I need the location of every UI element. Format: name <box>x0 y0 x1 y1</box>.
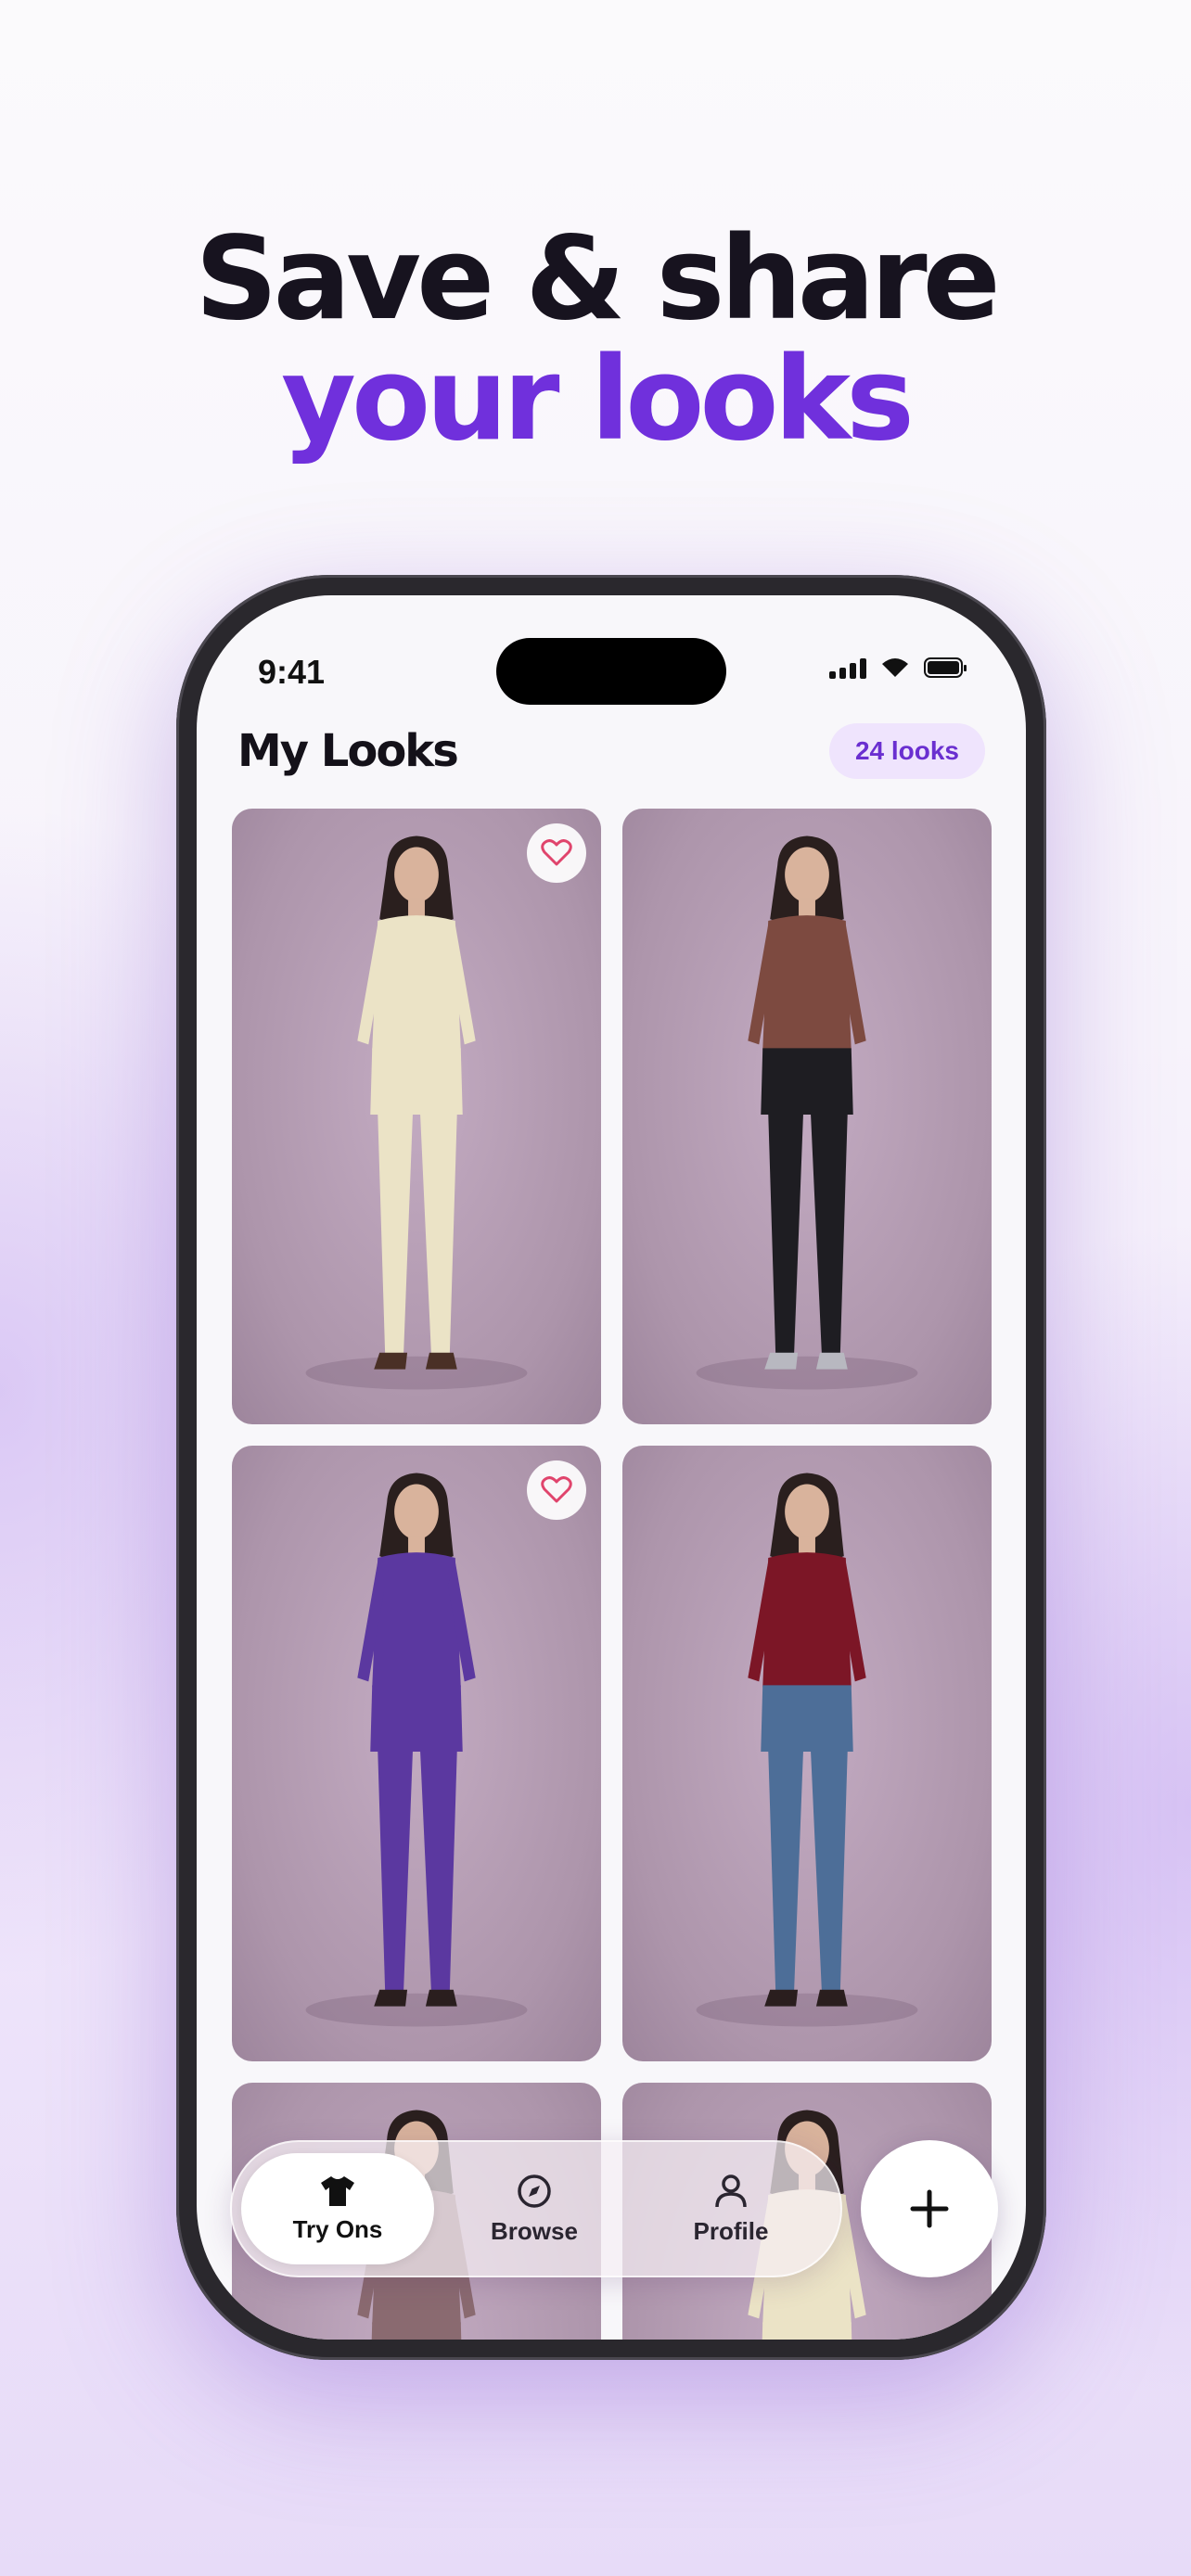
tshirt-icon <box>321 2175 354 2206</box>
tab-label: Try Ons <box>292 2214 383 2243</box>
status-time: 9:41 <box>258 653 326 691</box>
cellular-signal-icon <box>829 657 866 679</box>
look-card[interactable] <box>622 809 992 1424</box>
battery-icon <box>924 657 967 678</box>
phone-frame: 9:41 My Looks 24 looks Try Ons Browse Pr… <box>176 575 1046 2360</box>
tab-browse[interactable]: Browse <box>438 2153 631 2264</box>
tab-profile[interactable]: Profile <box>634 2153 827 2264</box>
look-photo <box>305 835 528 1390</box>
tab-label: Profile <box>693 2216 769 2245</box>
wifi-icon <box>882 658 908 677</box>
look-photo <box>696 1473 918 2027</box>
favorite-button[interactable] <box>527 1460 586 1520</box>
heart-icon <box>541 1476 572 1503</box>
phone-screen: 9:41 My Looks 24 looks Try Ons Browse Pr… <box>197 595 1026 2340</box>
dynamic-island <box>496 638 726 705</box>
headline-line-2: your looks <box>281 333 915 466</box>
add-look-button[interactable] <box>861 2140 998 2277</box>
bottom-tab-bar: Try Ons Browse Profile <box>230 2140 842 2277</box>
look-card[interactable] <box>622 1446 992 2061</box>
status-icons <box>829 657 967 679</box>
headline-line-1: Save & share <box>195 212 1000 346</box>
look-card[interactable] <box>232 809 601 1424</box>
look-card[interactable] <box>232 1446 601 2061</box>
compass-icon <box>518 2174 551 2208</box>
heart-icon <box>541 839 572 866</box>
tab-try-ons[interactable]: Try Ons <box>241 2153 434 2264</box>
looks-count-badge: 24 looks <box>828 723 985 779</box>
headline: Save & share your looks <box>0 219 1191 460</box>
look-photo <box>305 1473 528 2027</box>
person-icon <box>715 2174 747 2207</box>
tab-label: Browse <box>491 2216 578 2245</box>
page-title: My Looks <box>237 725 459 777</box>
plus-icon <box>910 2189 949 2228</box>
look-photo <box>696 835 918 1390</box>
favorite-button[interactable] <box>527 823 586 883</box>
